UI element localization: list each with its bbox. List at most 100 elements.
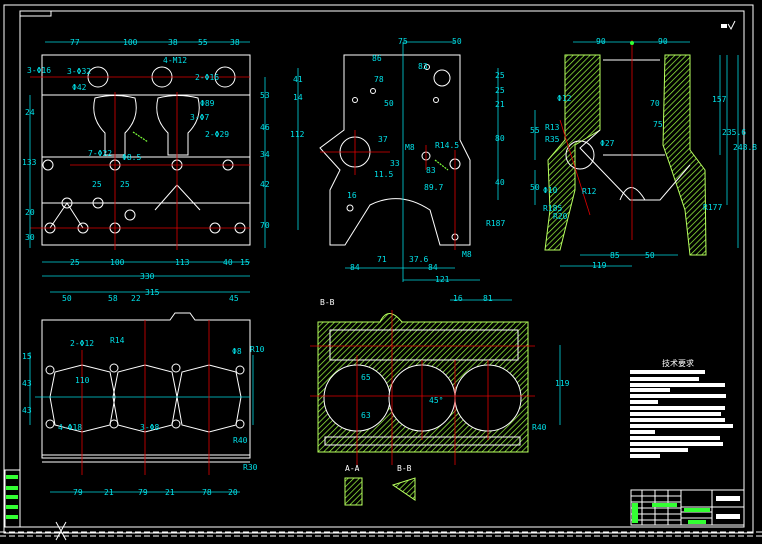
- roughness-symbol: [721, 20, 736, 31]
- dim-label: 84: [428, 263, 438, 272]
- dim-label: 248.8: [733, 143, 757, 152]
- dim-label: 78: [374, 75, 384, 84]
- dim-label: 43: [22, 406, 32, 415]
- dim-label: 235.6: [722, 128, 746, 137]
- dim-label: 315: [145, 288, 160, 297]
- dim-label: 75: [398, 37, 408, 46]
- dim-label: 55: [530, 126, 540, 135]
- dim-label: Φ10: [543, 186, 558, 195]
- dim-label: 84: [350, 263, 360, 272]
- dim-label: 63: [361, 411, 371, 420]
- dim-label: 45: [229, 294, 239, 303]
- dim-label: 11.5: [374, 170, 393, 179]
- top-view: 315 50 58 22 45 R14 2-Φ12 15 43 43 110 4…: [22, 288, 265, 497]
- notes-title: 技术要求: [662, 358, 694, 368]
- dim-label: 25: [495, 71, 505, 80]
- dim-label: 90: [658, 37, 668, 46]
- dim-label: 113: [175, 258, 190, 267]
- section-label-a: A-A: [345, 464, 360, 473]
- dim-label: 37: [378, 135, 388, 144]
- dim-label: 90: [596, 37, 606, 46]
- dim-label: 25: [120, 180, 130, 189]
- dim-label: R177: [703, 203, 722, 212]
- dim-label: 40: [495, 178, 505, 187]
- dim-label: 119: [592, 261, 607, 270]
- dim-label: 38: [230, 38, 240, 47]
- dim-label: 16: [453, 294, 463, 303]
- dim-label: 78: [202, 488, 212, 497]
- dim-label: 70: [260, 221, 270, 230]
- side-view: 75 50 86 83 78 50 41 14 112 25 25 21 80 …: [290, 37, 505, 284]
- dim-label: 110: [75, 376, 90, 385]
- dim-label: 16: [347, 191, 357, 200]
- dim-label: 157: [712, 95, 727, 104]
- dim-label: 25: [495, 86, 505, 95]
- dim-label: 46: [260, 123, 270, 132]
- dim-label: 80: [495, 134, 505, 143]
- dim-label: Φ27: [600, 139, 615, 148]
- dim-label: 50: [645, 251, 655, 260]
- section-label-b: B-B: [397, 464, 412, 473]
- dim-label: R35: [545, 135, 560, 144]
- bb-section-view: B-B 16 81 65 63 45° 119 R40 A-A B-B: [310, 294, 570, 506]
- dim-label: 25: [70, 258, 80, 267]
- dim-label: 100: [123, 38, 138, 47]
- dim-label: 83: [418, 62, 428, 71]
- dim-label: 33: [390, 159, 400, 168]
- dim-label: R187: [486, 219, 505, 228]
- dim-label: R40: [233, 436, 248, 445]
- dim-label: 3-Φ32: [67, 67, 91, 76]
- dim-label: 50: [62, 294, 72, 303]
- dim-label: 2-Φ12: [70, 339, 94, 348]
- dim-label: 2-Φ16: [195, 73, 219, 82]
- dim-label: 83: [426, 166, 436, 175]
- front-view: 77 100 38 55 38 25 100 113 40 15 330 3-Φ…: [22, 38, 270, 281]
- dim-label: 30: [25, 233, 35, 242]
- dim-label: Φ12: [557, 94, 572, 103]
- dim-label: 40: [223, 258, 233, 267]
- dim-label: 34: [260, 150, 270, 159]
- dim-label: 14: [293, 93, 303, 102]
- cad-drawing-canvas: 77 100 38 55 38 25 100 113 40 15 330 3-Φ…: [0, 0, 762, 544]
- dim-label: 4-Φ18: [58, 423, 82, 432]
- dim-label: 81: [483, 294, 493, 303]
- dim-label: 119: [555, 379, 570, 388]
- dim-label: 100: [110, 258, 125, 267]
- dim-label: 37.6: [409, 255, 428, 264]
- dim-label: 65: [361, 373, 371, 382]
- dim-label: 3-Φ7: [190, 113, 209, 122]
- technical-notes: 技术要求: [630, 358, 733, 458]
- dim-label: R30: [243, 463, 258, 472]
- dim-label: 21: [495, 100, 505, 109]
- dim-label: 121: [435, 275, 450, 284]
- dim-label: 24: [25, 108, 35, 117]
- section-title: B-B: [320, 298, 335, 307]
- dim-label: 112: [290, 130, 305, 139]
- dim-label: 50: [452, 37, 462, 46]
- dim-label: R20: [553, 212, 568, 221]
- dim-label: 20: [25, 208, 35, 217]
- dim-label: 45°: [429, 396, 443, 405]
- dim-label: 75: [653, 120, 663, 129]
- dim-label: 21: [165, 488, 175, 497]
- dim-label: 77: [70, 38, 80, 47]
- dim-label: 71: [377, 255, 387, 264]
- dim-label: M8: [462, 250, 472, 259]
- dim-label: 22: [131, 294, 141, 303]
- dim-label: 70: [650, 99, 660, 108]
- drawing-sheet: 77 100 38 55 38 25 100 113 40 15 330 3-Φ…: [0, 4, 762, 541]
- dim-label: 4-M12: [163, 56, 187, 65]
- dim-label: 38: [168, 38, 178, 47]
- dim-label: 50: [530, 183, 540, 192]
- dim-label: 55: [198, 38, 208, 47]
- dim-label: R10: [250, 345, 265, 354]
- dim-label: R40: [532, 423, 547, 432]
- dim-label: 15: [22, 352, 32, 361]
- dim-label: Φ42: [72, 83, 87, 92]
- dim-label: 21: [104, 488, 114, 497]
- title-block: [630, 489, 745, 526]
- dim-label: 7-Φ22: [88, 149, 112, 158]
- dim-label: 20: [228, 488, 238, 497]
- dim-label: 2-Φ29: [205, 130, 229, 139]
- sheet-border: [0, 4, 762, 541]
